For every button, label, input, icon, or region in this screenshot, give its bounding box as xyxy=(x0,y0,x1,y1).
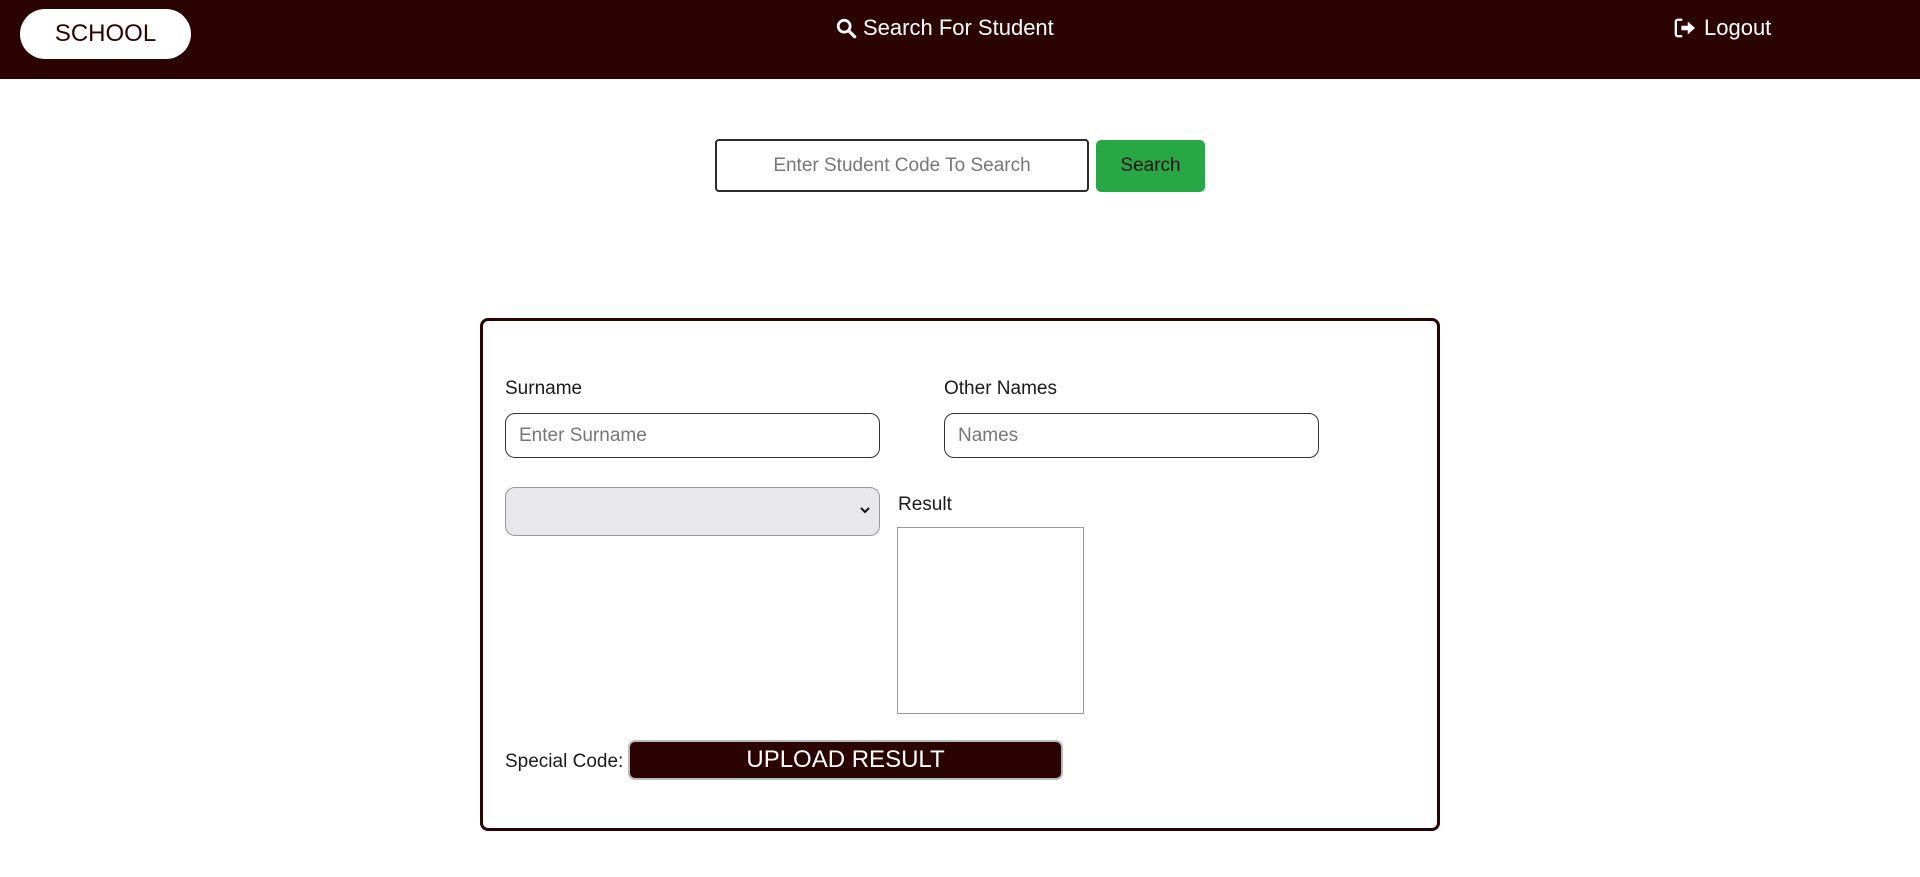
student-code-search-input[interactable] xyxy=(715,139,1089,192)
search-icon xyxy=(835,17,857,39)
surname-label: Surname xyxy=(505,378,583,399)
search-button[interactable]: Search xyxy=(1096,140,1205,192)
result-upload-area[interactable] xyxy=(897,527,1084,714)
logout-label: Logout xyxy=(1704,15,1772,40)
special-code-label: Special Code: xyxy=(505,751,624,772)
other-names-input[interactable] xyxy=(944,413,1319,458)
sign-out-icon xyxy=(1674,17,1696,39)
nav-search-label: Search For Student xyxy=(863,15,1054,40)
logout-link[interactable]: Logout xyxy=(1674,14,1771,42)
other-names-label: Other Names xyxy=(944,378,1057,399)
student-result-form: Surname Other Names Result Special Code:… xyxy=(480,318,1440,831)
upload-result-button[interactable]: UPLOAD RESULT xyxy=(628,740,1063,780)
chevron-down-icon xyxy=(859,503,871,521)
class-select-dropdown[interactable] xyxy=(505,487,880,536)
brand-logo-button[interactable]: SCHOOL xyxy=(20,9,191,59)
top-navbar: SCHOOL Search For Student Logout xyxy=(0,0,1920,79)
surname-input[interactable] xyxy=(505,413,880,458)
result-label: Result xyxy=(898,494,952,515)
nav-search-link[interactable]: Search For Student xyxy=(835,14,1054,42)
